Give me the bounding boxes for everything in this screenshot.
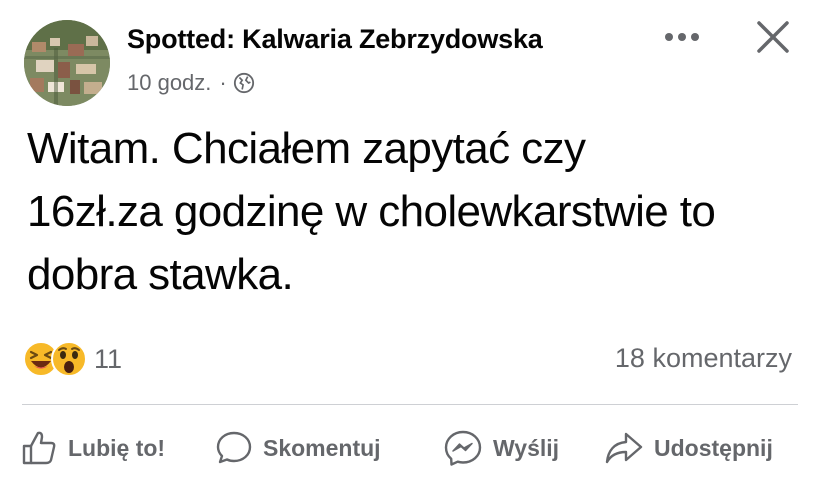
- page-avatar[interactable]: [24, 20, 110, 106]
- post-body-text: Witam. Chciałem zapytać czy 16zł.za godz…: [27, 117, 807, 306]
- post-text-line: dobra stawka.: [27, 250, 294, 299]
- meta-separator: ·: [219, 70, 227, 95]
- more-options-button[interactable]: [660, 22, 704, 52]
- reactions-summary[interactable]: 11: [22, 340, 122, 378]
- reaction-count: 11: [94, 343, 123, 374]
- post-text-line: 16zł.za godzinę w cholewkarstwie to: [27, 187, 716, 236]
- post-timestamp[interactable]: 10 godz.: [127, 70, 211, 96]
- speech-bubble-icon: [216, 431, 252, 464]
- share-button[interactable]: Udostępnij: [604, 424, 773, 472]
- more-options-icon: [665, 33, 699, 41]
- like-button[interactable]: Lubię to!: [20, 424, 165, 472]
- post-text-line: Witam. Chciałem zapytać czy: [27, 124, 586, 173]
- close-icon: [757, 21, 789, 53]
- send-button[interactable]: Wyślij: [443, 424, 559, 472]
- share-arrow-icon: [605, 432, 643, 464]
- like-label: Lubię to!: [68, 434, 166, 461]
- action-bar-divider: [22, 404, 798, 405]
- surprised-emoji-icon: [51, 341, 87, 377]
- page-name-link[interactable]: Spotted: Kalwaria Zebrzydowska: [127, 24, 543, 55]
- send-label: Wyślij: [493, 434, 560, 461]
- comment-button[interactable]: Skomentuj: [215, 424, 381, 472]
- comments-count-link[interactable]: 18 komentarzy: [615, 343, 792, 374]
- thumbs-up-icon: [22, 431, 56, 465]
- close-button[interactable]: [752, 16, 794, 58]
- post-card: Spotted: Kalwaria Zebrzydowska 10 godz. …: [0, 0, 820, 500]
- share-label: Udostępnij: [654, 434, 773, 461]
- globe-icon: [233, 72, 254, 94]
- comment-label: Skomentuj: [263, 434, 381, 461]
- avatar-town-image: [24, 20, 110, 106]
- messenger-icon: [444, 430, 482, 466]
- post-meta: 10 godz. ·: [127, 70, 255, 96]
